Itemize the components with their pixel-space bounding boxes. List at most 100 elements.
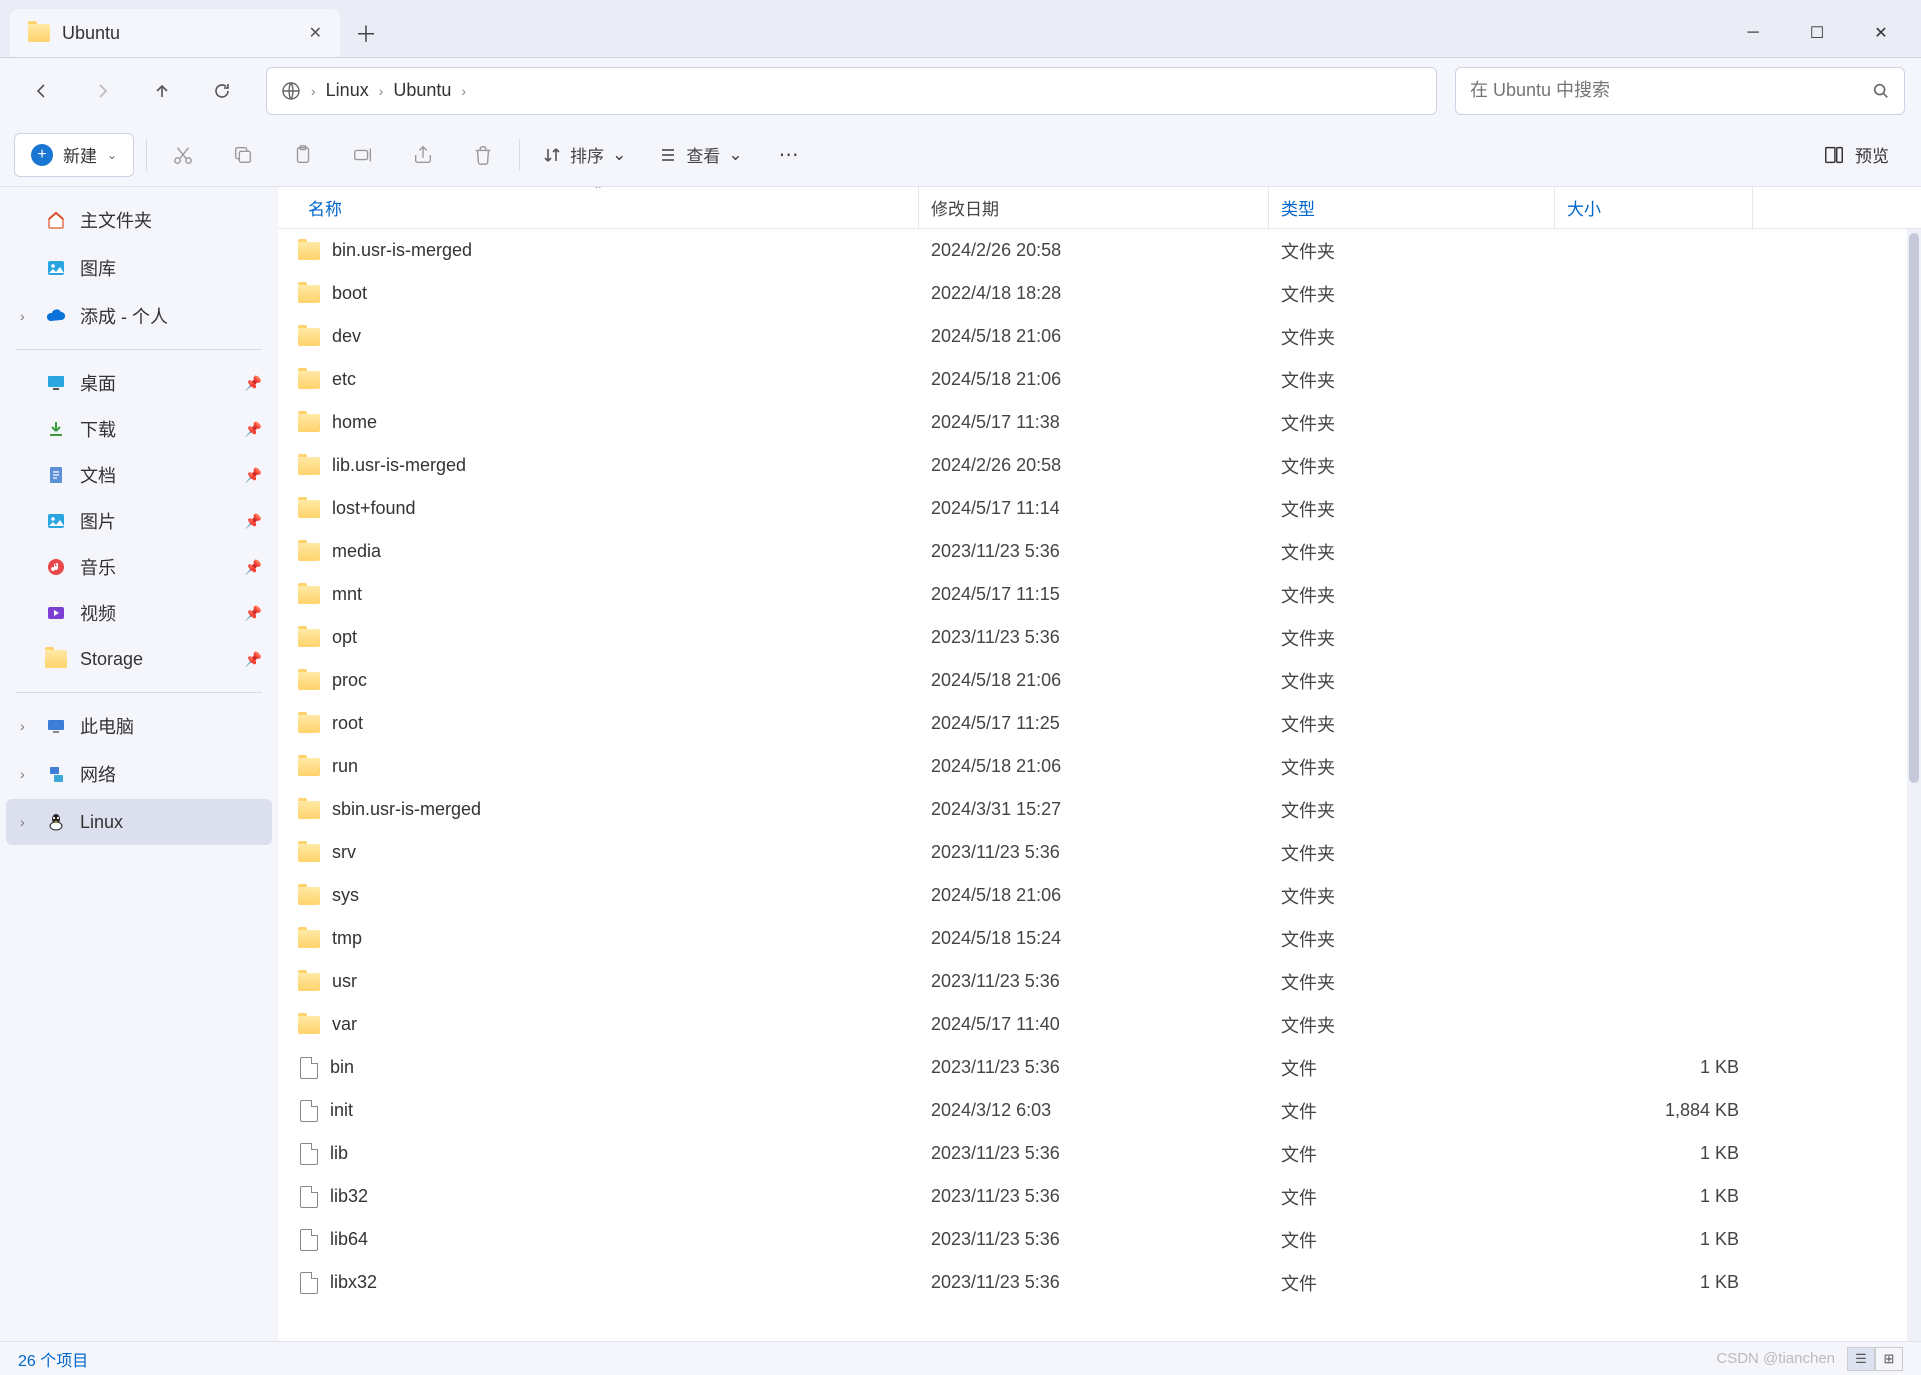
cut-button[interactable] xyxy=(159,133,207,177)
breadcrumb-linux[interactable]: Linux xyxy=(326,80,369,101)
pin-icon[interactable]: 📌 xyxy=(245,559,262,576)
file-row[interactable]: lib322023/11/23 5:36文件1 KB xyxy=(278,1175,1921,1218)
header-name[interactable]: 名称 ⌃ xyxy=(278,187,919,228)
file-row[interactable]: sbin.usr-is-merged2024/3/31 15:27文件夹 xyxy=(278,788,1921,831)
pin-icon[interactable]: 📌 xyxy=(245,651,262,668)
file-row[interactable]: init2024/3/12 6:03文件1,884 KB xyxy=(278,1089,1921,1132)
sidebar-linux[interactable]: › Linux xyxy=(6,799,272,845)
file-name: opt xyxy=(332,627,357,648)
separator xyxy=(146,139,147,171)
search-input[interactable] xyxy=(1470,80,1872,101)
file-row[interactable]: var2024/5/17 11:40文件夹 xyxy=(278,1003,1921,1046)
sidebar-onedrive[interactable]: › 添成 - 个人 xyxy=(6,293,272,339)
file-row[interactable]: bin.usr-is-merged2024/2/26 20:58文件夹 xyxy=(278,229,1921,272)
sidebar-quick-video[interactable]: 视频📌 xyxy=(6,590,272,636)
file-name: mnt xyxy=(332,584,362,605)
folder-icon xyxy=(298,844,320,862)
sidebar-quick-picture[interactable]: 图片📌 xyxy=(6,498,272,544)
file-row[interactable]: srv2023/11/23 5:36文件夹 xyxy=(278,831,1921,874)
file-row[interactable]: bin2023/11/23 5:36文件1 KB xyxy=(278,1046,1921,1089)
file-row[interactable]: dev2024/5/18 21:06文件夹 xyxy=(278,315,1921,358)
grid-view-button[interactable]: ⊞ xyxy=(1875,1347,1903,1371)
file-row[interactable]: run2024/5/18 21:06文件夹 xyxy=(278,745,1921,788)
pin-icon[interactable]: 📌 xyxy=(245,467,262,484)
file-row[interactable]: lib.usr-is-merged2024/2/26 20:58文件夹 xyxy=(278,444,1921,487)
new-button[interactable]: + 新建 ⌄ xyxy=(14,133,134,177)
separator xyxy=(16,349,262,350)
globe-icon xyxy=(281,81,301,101)
header-type[interactable]: 类型 xyxy=(1269,187,1555,228)
file-row[interactable]: lost+found2024/5/17 11:14文件夹 xyxy=(278,487,1921,530)
file-list: 名称 ⌃ 修改日期 类型 大小 bin.usr-is-merged2024/2/… xyxy=(278,187,1921,1341)
header-date[interactable]: 修改日期 xyxy=(919,187,1269,228)
view-button[interactable]: 查看 ⌄ xyxy=(648,142,752,167)
close-button[interactable]: ✕ xyxy=(1849,13,1913,53)
sidebar-gallery[interactable]: 图库 xyxy=(6,245,272,291)
refresh-button[interactable] xyxy=(196,65,248,117)
breadcrumb-ubuntu[interactable]: Ubuntu xyxy=(393,80,451,101)
sort-button[interactable]: 排序 ⌄ xyxy=(532,142,636,167)
sidebar-home[interactable]: 主文件夹 xyxy=(6,197,272,243)
sidebar-quick-desktop[interactable]: 桌面📌 xyxy=(6,360,272,406)
file-row[interactable]: home2024/5/17 11:38文件夹 xyxy=(278,401,1921,444)
scrollbar-thumb[interactable] xyxy=(1909,233,1919,783)
preview-button[interactable]: 预览 xyxy=(1805,142,1907,167)
header-size[interactable]: 大小 xyxy=(1555,187,1753,228)
new-tab-button[interactable]: ＋ xyxy=(346,13,386,53)
file-row[interactable]: opt2023/11/23 5:36文件夹 xyxy=(278,616,1921,659)
file-row[interactable]: mnt2024/5/17 11:15文件夹 xyxy=(278,573,1921,616)
file-row[interactable]: sys2024/5/18 21:06文件夹 xyxy=(278,874,1921,917)
gallery-icon xyxy=(44,256,68,280)
sidebar-quick-folder[interactable]: Storage📌 xyxy=(6,636,272,682)
file-row[interactable]: lib642023/11/23 5:36文件1 KB xyxy=(278,1218,1921,1261)
maximize-button[interactable]: ☐ xyxy=(1785,13,1849,53)
paste-button[interactable] xyxy=(279,133,327,177)
up-button[interactable] xyxy=(136,65,188,117)
sidebar-quick-music[interactable]: 音乐📌 xyxy=(6,544,272,590)
sidebar-quick-document[interactable]: 文档📌 xyxy=(6,452,272,498)
file-row[interactable]: tmp2024/5/18 15:24文件夹 xyxy=(278,917,1921,960)
file-date: 2023/11/23 5:36 xyxy=(919,541,1269,562)
copy-button[interactable] xyxy=(219,133,267,177)
pin-icon[interactable]: 📌 xyxy=(245,605,262,622)
pin-icon[interactable]: 📌 xyxy=(245,421,262,438)
minimize-button[interactable]: ─ xyxy=(1721,13,1785,53)
share-button[interactable] xyxy=(399,133,447,177)
file-date: 2024/5/17 11:15 xyxy=(919,584,1269,605)
sidebar-thispc[interactable]: › 此电脑 xyxy=(6,703,272,749)
file-date: 2023/11/23 5:36 xyxy=(919,971,1269,992)
file-row[interactable]: boot2022/4/18 18:28文件夹 xyxy=(278,272,1921,315)
file-row[interactable]: etc2024/5/18 21:06文件夹 xyxy=(278,358,1921,401)
scrollbar[interactable] xyxy=(1907,229,1921,1341)
file-name: bin xyxy=(330,1057,354,1078)
file-type: 文件夹 xyxy=(1269,238,1555,264)
tab-ubuntu[interactable]: Ubuntu ✕ xyxy=(10,9,340,57)
file-type: 文件夹 xyxy=(1269,625,1555,651)
pin-icon[interactable]: 📌 xyxy=(245,513,262,530)
picture-icon xyxy=(44,509,68,533)
pin-icon[interactable]: 📌 xyxy=(245,375,262,392)
search-bar[interactable] xyxy=(1455,67,1905,115)
delete-button[interactable] xyxy=(459,133,507,177)
rename-button[interactable] xyxy=(339,133,387,177)
file-row[interactable]: root2024/5/17 11:25文件夹 xyxy=(278,702,1921,745)
file-type: 文件夹 xyxy=(1269,367,1555,393)
search-icon[interactable] xyxy=(1872,82,1890,100)
forward-button[interactable] xyxy=(76,65,128,117)
file-row[interactable]: lib2023/11/23 5:36文件1 KB xyxy=(278,1132,1921,1175)
file-type: 文件夹 xyxy=(1269,539,1555,565)
file-row[interactable]: media2023/11/23 5:36文件夹 xyxy=(278,530,1921,573)
file-date: 2024/5/17 11:14 xyxy=(919,498,1269,519)
more-button[interactable]: ⋯ xyxy=(765,133,813,177)
file-name: lib.usr-is-merged xyxy=(332,455,466,476)
close-tab-icon[interactable]: ✕ xyxy=(309,23,322,43)
address-bar[interactable]: › Linux › Ubuntu › xyxy=(266,67,1437,115)
details-view-button[interactable]: ☰ xyxy=(1847,1347,1875,1371)
sidebar-quick-download[interactable]: 下载📌 xyxy=(6,406,272,452)
file-icon xyxy=(300,1229,318,1251)
file-row[interactable]: usr2023/11/23 5:36文件夹 xyxy=(278,960,1921,1003)
file-row[interactable]: proc2024/5/18 21:06文件夹 xyxy=(278,659,1921,702)
file-row[interactable]: libx322023/11/23 5:36文件1 KB xyxy=(278,1261,1921,1304)
sidebar-network[interactable]: › 网络 xyxy=(6,751,272,797)
back-button[interactable] xyxy=(16,65,68,117)
